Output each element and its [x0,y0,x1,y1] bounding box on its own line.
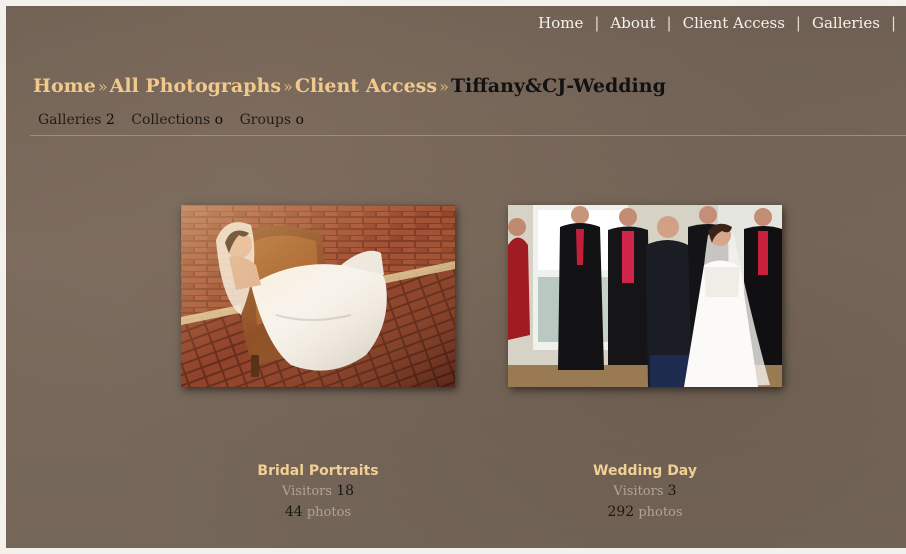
nav-galleries-link[interactable]: Galleries [801,14,891,32]
breadcrumb-separator: » [97,77,108,96]
breadcrumb-all-photographs-link[interactable]: All Photographs [110,75,281,97]
page-frame-left [0,0,6,554]
bridal-portrait-photo [181,205,455,387]
nav-client-access-link[interactable]: Client Access [672,14,796,32]
content-counts: Galleries 2 Collections o Groups o [38,112,316,128]
collections-count-label: Collections [131,112,211,128]
collections-count-tab[interactable]: Collections o [131,112,223,128]
photos-stat: 292 photos [525,502,765,523]
breadcrumb-separator: » [439,77,449,96]
gallery-title-link[interactable]: Wedding Day [525,461,765,481]
top-navigation: Home | About | Client Access | Galleries… [527,14,896,32]
breadcrumb-home-link[interactable]: Home [33,75,96,97]
collections-count-value: o [214,112,224,128]
visitors-label: Visitors [281,484,333,499]
visitors-value: 3 [667,483,677,499]
gallery-caption-wedding-day: Wedding Day Visitors 3 292 photos [525,461,765,523]
nav-separator: | [890,14,896,32]
breadcrumb-separator: » [283,77,293,96]
galleries-count-tab[interactable]: Galleries 2 [38,112,115,128]
visitors-stat: Visitors 18 [198,481,438,502]
page-background: Home | About | Client Access | Galleries… [0,0,906,554]
page-frame-bottom [0,548,906,554]
visitors-stat: Visitors 3 [525,481,765,502]
photos-value: 292 [607,504,635,520]
breadcrumb: Home» All Photographs» Client Access» Tiffa… [33,75,666,97]
galleries-count-label: Galleries [38,112,102,128]
section-divider [30,135,906,136]
visitors-value: 18 [336,483,355,499]
gallery-thumbnail-bridal-portraits[interactable] [181,205,455,387]
galleries-count-value: 2 [105,112,115,128]
groups-count-label: Groups [239,112,292,128]
nav-about-link[interactable]: About [599,14,666,32]
photos-value: 44 [284,504,303,520]
photos-stat: 44 photos [198,502,438,523]
gallery-caption-bridal-portraits: Bridal Portraits Visitors 18 44 photos [198,461,438,523]
page-frame-top [0,0,906,6]
groups-count-value: o [295,112,304,128]
groups-count-tab[interactable]: Groups o [240,112,304,128]
nav-home-link[interactable]: Home [527,14,594,32]
breadcrumb-client-access-link[interactable]: Client Access [295,75,437,97]
gallery-title-link[interactable]: Bridal Portraits [198,461,438,481]
photos-label: photos [638,505,683,520]
breadcrumb-current-page: Tiffany&CJ-Wedding [450,75,666,97]
wedding-day-photo [508,205,782,387]
photos-label: photos [306,505,352,520]
gallery-thumbnail-wedding-day[interactable] [508,205,782,387]
visitors-label: Visitors [613,484,664,499]
